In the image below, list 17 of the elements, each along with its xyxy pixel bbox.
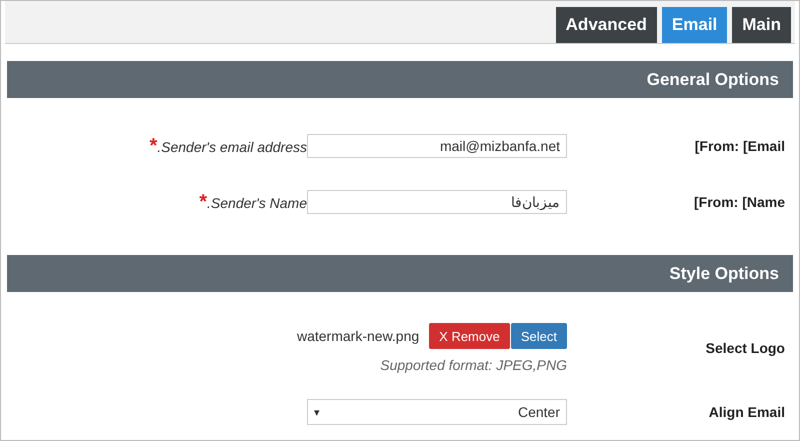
field-description: *.Sender's email address: [149, 134, 307, 158]
section-header: Style Options: [7, 255, 793, 292]
field-label: [From: [Email: [694, 138, 786, 154]
tab[interactable]: Email: [662, 7, 728, 43]
field-label: Select Logo: [706, 340, 786, 356]
section-header: General Options: [7, 61, 793, 98]
input-field[interactable]: mail@mizbanfa.net: [307, 134, 567, 158]
file-name: watermark-new.png: [296, 328, 420, 344]
tab[interactable]: Main: [732, 7, 791, 43]
tab[interactable]: Advanced: [556, 7, 657, 43]
field-description: *.Sender's Name: [199, 190, 307, 214]
format-hint: Supported format: JPEG,PNG: [380, 357, 567, 373]
select-button[interactable]: Select: [510, 323, 567, 349]
remove-button[interactable]: X Remove: [429, 323, 510, 349]
align-dropdown[interactable]: ▾ Center: [307, 399, 567, 425]
field-label: Align Email: [708, 404, 786, 420]
field-label: [From: [Name: [694, 194, 786, 210]
